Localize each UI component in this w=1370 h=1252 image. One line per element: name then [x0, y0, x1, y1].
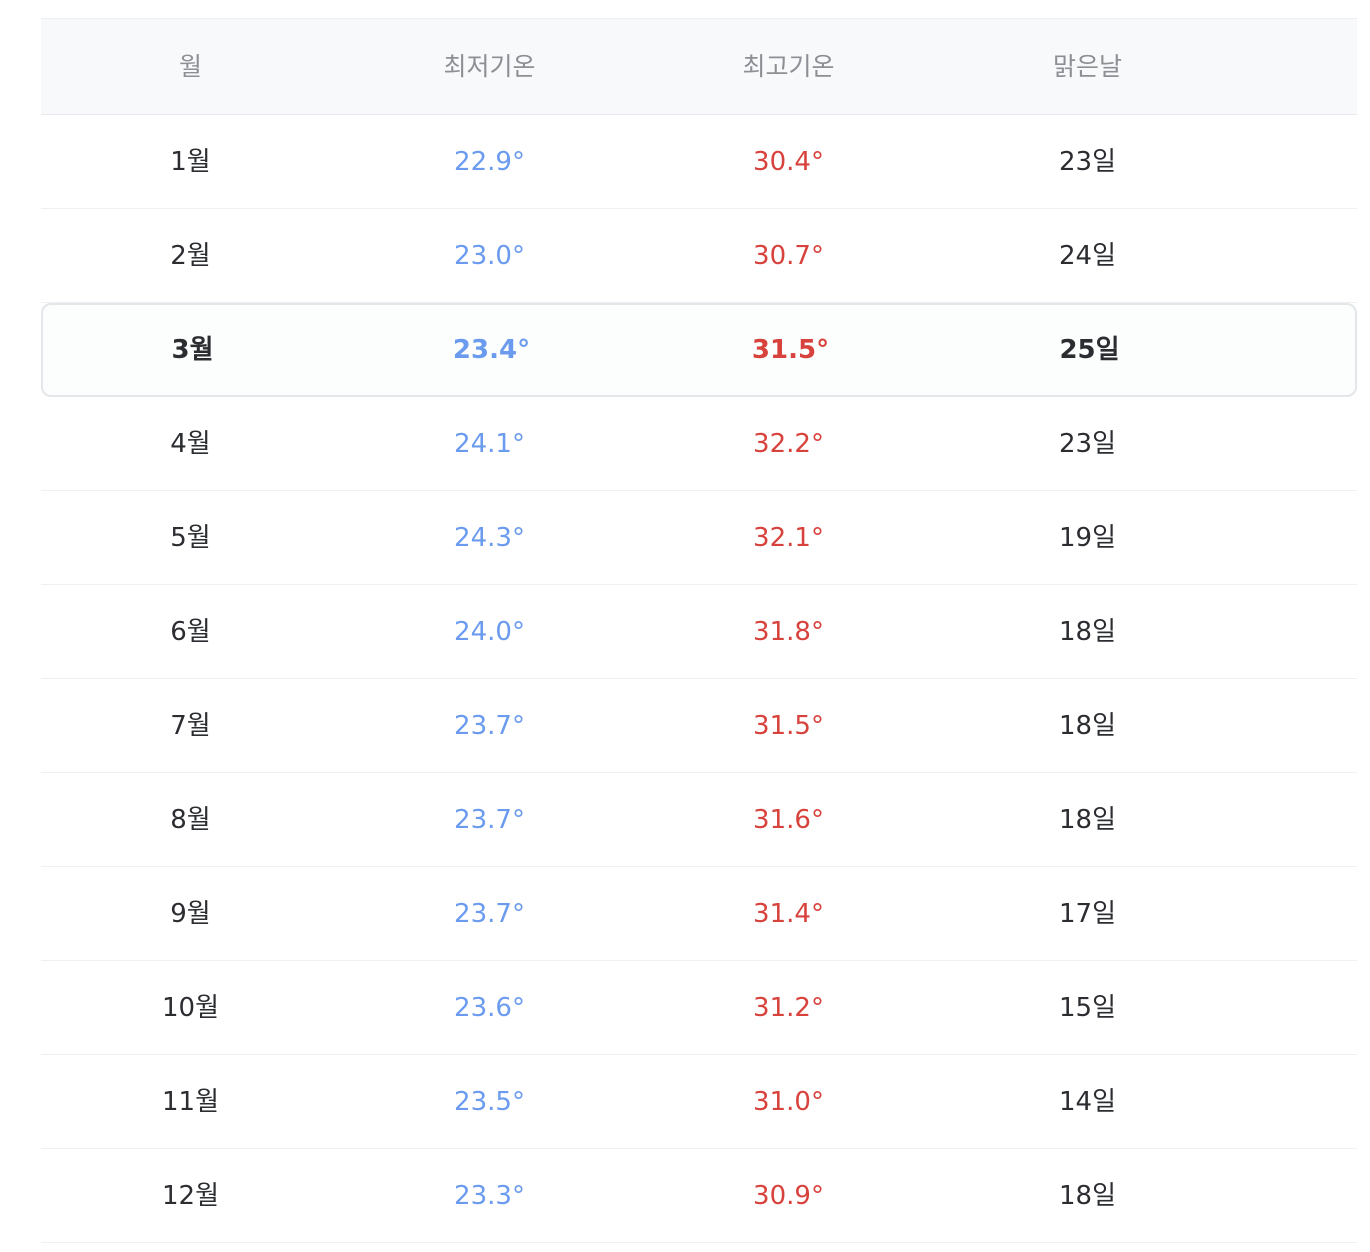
column-header-high-temp: 최고기온 [742, 52, 835, 81]
low-temp-cell: 24.0° [454, 616, 525, 647]
sunny-days-cell: 24일 [1058, 240, 1116, 271]
low-temp-cell: 23.0° [454, 240, 525, 271]
sunny-days-cell: 17일 [1058, 898, 1116, 929]
low-temp-cell: 23.3° [454, 1180, 525, 1211]
high-temp-cell: 31.8° [753, 616, 824, 647]
high-temp-cell: 30.7° [753, 240, 824, 271]
low-temp-cell: 23.7° [454, 804, 525, 835]
table-header: 월 최저기온 최고기온 맑은날 [41, 18, 1357, 115]
table-row: 12월 23.3° 30.9° 18일 [41, 1149, 1357, 1243]
table-row: 8월 23.7° 31.6° 18일 [41, 773, 1357, 867]
month-cell: 9월 [170, 898, 211, 929]
month-cell: 2월 [170, 240, 211, 271]
table-row-highlighted: 3월 23.4° 31.5° 25일 [41, 303, 1357, 397]
low-temp-cell: 23.4° [452, 335, 531, 365]
month-cell: 8월 [170, 804, 211, 835]
table-row: 11월 23.5° 31.0° 14일 [41, 1055, 1357, 1149]
high-temp-cell: 31.5° [753, 710, 824, 741]
high-temp-cell: 30.9° [753, 1180, 824, 1211]
month-cell: 12월 [161, 1180, 219, 1211]
sunny-days-cell: 15일 [1058, 992, 1116, 1023]
high-temp-cell: 32.1° [753, 522, 824, 553]
high-temp-cell: 31.2° [753, 992, 824, 1023]
sunny-days-cell: 23일 [1058, 428, 1116, 459]
low-temp-cell: 23.7° [454, 710, 525, 741]
month-cell: 7월 [170, 710, 211, 741]
high-temp-cell: 31.6° [753, 804, 824, 835]
table-row: 6월 24.0° 31.8° 18일 [41, 585, 1357, 679]
column-header-month: 월 [178, 52, 202, 81]
low-temp-cell: 23.5° [454, 1086, 525, 1117]
month-cell: 1월 [170, 146, 211, 177]
column-header-sunny-days: 맑은날 [1052, 52, 1122, 81]
sunny-days-cell: 18일 [1058, 710, 1116, 741]
month-cell: 5월 [170, 522, 211, 553]
table-row: 1월 22.9° 30.4° 23일 [41, 115, 1357, 209]
table-row: 2월 23.0° 30.7° 24일 [41, 209, 1357, 303]
sunny-days-cell: 18일 [1058, 1180, 1116, 1211]
sunny-days-cell: 18일 [1058, 616, 1116, 647]
month-cell: 10월 [161, 992, 219, 1023]
month-cell: 11월 [161, 1086, 219, 1117]
month-cell: 4월 [170, 428, 211, 459]
high-temp-cell: 32.2° [753, 428, 824, 459]
low-temp-cell: 24.1° [454, 428, 525, 459]
table-row: 7월 23.7° 31.5° 18일 [41, 679, 1357, 773]
low-temp-cell: 23.6° [454, 992, 525, 1023]
climate-table: 월 최저기온 최고기온 맑은날 1월 22.9° 30.4° 23일 2월 23… [41, 18, 1357, 1243]
sunny-days-cell: 14일 [1058, 1086, 1116, 1117]
table-row: 4월 24.1° 32.2° 23일 [41, 397, 1357, 491]
month-cell: 6월 [170, 616, 211, 647]
low-temp-cell: 24.3° [454, 522, 525, 553]
low-temp-cell: 23.7° [454, 898, 525, 929]
high-temp-cell: 30.4° [753, 146, 824, 177]
low-temp-cell: 22.9° [454, 146, 525, 177]
sunny-days-cell: 18일 [1058, 804, 1116, 835]
sunny-days-cell: 19일 [1058, 522, 1116, 553]
sunny-days-cell: 23일 [1058, 146, 1116, 177]
month-cell: 3월 [171, 335, 214, 365]
table-row: 5월 24.3° 32.1° 19일 [41, 491, 1357, 585]
high-temp-cell: 31.4° [753, 898, 824, 929]
sunny-days-cell: 25일 [1059, 335, 1120, 365]
table-row: 10월 23.6° 31.2° 15일 [41, 961, 1357, 1055]
column-header-low-temp: 최저기온 [443, 52, 536, 81]
table-row: 9월 23.7° 31.4° 17일 [41, 867, 1357, 961]
high-temp-cell: 31.0° [753, 1086, 824, 1117]
high-temp-cell: 31.5° [751, 335, 830, 365]
